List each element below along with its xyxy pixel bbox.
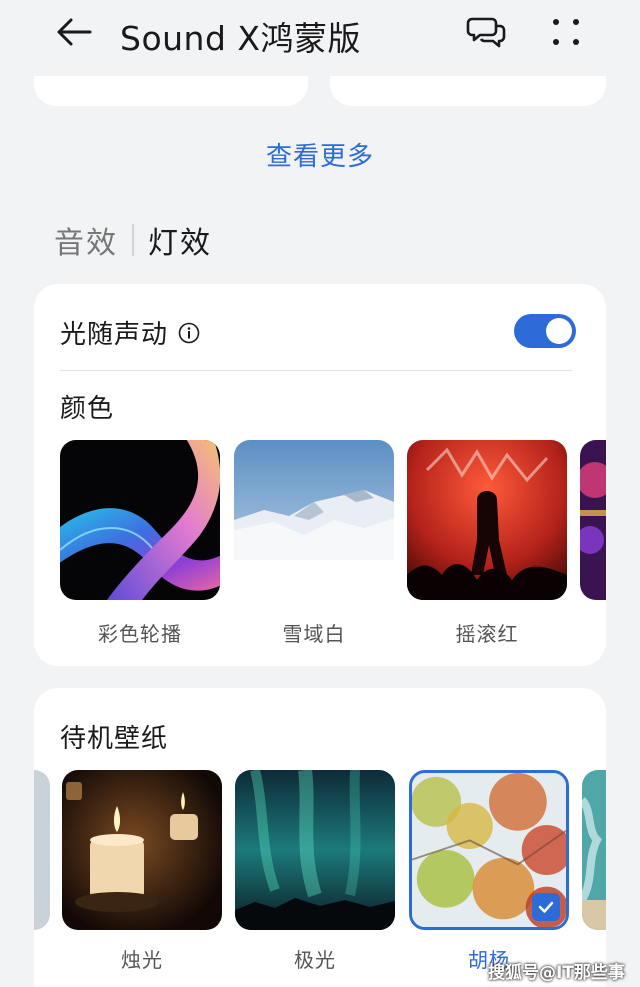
color-option-snow-white[interactable]	[234, 440, 394, 600]
arrow-left-icon	[57, 18, 92, 46]
tab-sound-effect[interactable]: 音效	[54, 218, 118, 262]
more-button[interactable]	[546, 12, 586, 52]
ocean-image	[582, 770, 606, 930]
tab-light-effect[interactable]: 灯效	[148, 218, 212, 262]
color-section-label: 颜色	[60, 394, 115, 424]
toggle-knob	[546, 318, 572, 344]
light-follow-sound-row: 光随声动	[60, 314, 200, 351]
divider	[60, 370, 572, 371]
wallpaper-caption: 极光	[294, 948, 336, 972]
previous-card-right[interactable]	[330, 76, 606, 106]
wallpaper-option-aurora[interactable]	[235, 770, 395, 930]
color-caption: 摇滚红	[455, 622, 519, 646]
wallpaper-option-ocean[interactable]	[582, 770, 606, 930]
light-follow-sound-label: 光随声动	[60, 320, 169, 350]
wallpaper-option-partial[interactable]	[34, 770, 50, 930]
back-button[interactable]	[52, 12, 96, 52]
chat-bubbles-icon	[466, 17, 506, 48]
aurora-image	[235, 770, 395, 930]
color-option-rock-red[interactable]	[407, 440, 567, 600]
wallpaper-option-poplar[interactable]	[409, 770, 569, 930]
color-caption: 彩色轮播	[98, 622, 182, 646]
color-option-partial[interactable]	[580, 440, 606, 600]
top-bar: Sound X鸿蒙版	[0, 0, 640, 70]
effect-tabs: 音效 灯效	[54, 218, 212, 262]
check-icon	[538, 901, 554, 913]
neon-lights-image	[580, 440, 606, 600]
color-caption: 雪域白	[282, 622, 346, 646]
light-follow-sound-toggle[interactable]	[514, 314, 576, 348]
tab-divider	[132, 224, 134, 256]
rock-concert-image	[407, 440, 567, 600]
selected-check-badge	[532, 893, 560, 921]
partial-wallpaper-image	[34, 770, 50, 930]
rainbow-ribbon-image	[60, 440, 220, 600]
see-more-link[interactable]: 查看更多	[0, 136, 640, 173]
candles-image	[62, 770, 222, 930]
info-icon[interactable]	[178, 322, 200, 344]
page-title: Sound X鸿蒙版	[120, 19, 362, 58]
chat-button[interactable]	[464, 12, 508, 52]
previous-card-left[interactable]	[34, 76, 308, 106]
color-option-rainbow[interactable]	[60, 440, 220, 600]
standby-wallpaper-label: 待机壁纸	[60, 724, 169, 754]
wallpaper-caption: 烛光	[121, 948, 163, 972]
standby-wallpaper-card: 待机壁纸 烛光 极光 胡杨	[34, 688, 606, 987]
snow-mountain-image	[234, 440, 394, 600]
wallpaper-option-candlelight[interactable]	[62, 770, 222, 930]
more-dots-icon	[553, 19, 579, 45]
watermark: 搜狐号@IT那些事儿	[488, 963, 625, 983]
light-effect-card: 光随声动 颜色 彩色轮播 雪域白 摇滚红	[34, 284, 606, 666]
